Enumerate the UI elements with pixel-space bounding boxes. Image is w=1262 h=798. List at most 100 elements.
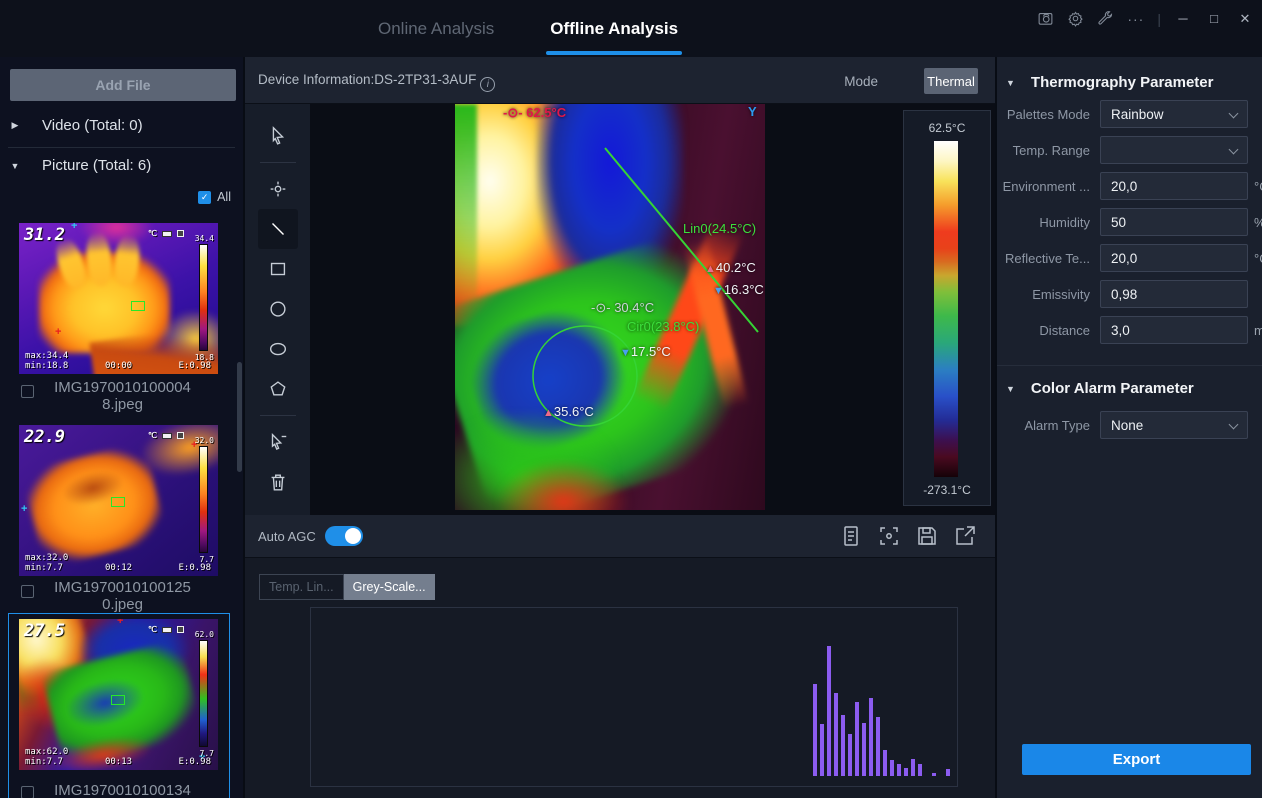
sidebar-item-video[interactable]: ▶ Video (Total: 0) <box>0 117 245 134</box>
unit-label: °C <box>1254 179 1262 194</box>
thumb-emissivity-label: E:0.98 <box>178 361 211 371</box>
circle-max-annotation: ▲35.6°C <box>543 404 594 419</box>
capture-icon[interactable] <box>877 524 901 548</box>
palettes-mode-select[interactable]: Rainbow <box>1100 100 1248 128</box>
histogram-bar <box>946 769 950 776</box>
circle-tool[interactable] <box>258 289 298 329</box>
alarm-type-row: Alarm Type None <box>997 411 1262 439</box>
emissivity-input[interactable]: 0,98 <box>1100 280 1248 308</box>
crosshair-marker: + <box>117 619 123 627</box>
histogram-bar <box>897 764 901 776</box>
distance-input[interactable]: 3,0 <box>1100 316 1248 344</box>
palettes-mode-row: Palettes Mode Rainbow <box>997 100 1262 128</box>
image-viewport: -⊙- 62.5°C Y Lin0(24.5°C) ▲40.2°C ▼16.3°… <box>310 104 995 515</box>
alarm-type-select[interactable]: None <box>1100 411 1248 439</box>
environment-temp-input[interactable]: 20,0 <box>1100 172 1248 200</box>
parameter-panel: ▼ Thermography Parameter Palettes Mode R… <box>995 57 1262 798</box>
info-icon[interactable]: i <box>480 77 495 92</box>
tab-online-analysis[interactable]: Online Analysis <box>372 19 500 39</box>
unit-icon: ℃ <box>148 625 157 634</box>
temp-range-row: Temp. Range <box>997 136 1262 164</box>
line-tool[interactable] <box>258 209 298 249</box>
thumb-scale-max: 32.0 <box>195 436 214 445</box>
color-alarm-section-header[interactable]: ▼ Color Alarm Parameter <box>1006 380 1194 397</box>
humidity-input[interactable]: 50 <box>1100 208 1248 236</box>
export-share-icon[interactable] <box>953 524 977 548</box>
line-label-annotation: Lin0(24.5°C) <box>683 221 756 236</box>
distance-row: Distance 3,0 m <box>997 316 1262 344</box>
delete-tool[interactable] <box>258 462 298 502</box>
thermal-image[interactable]: -⊙- 62.5°C Y Lin0(24.5°C) ▲40.2°C ▼16.3°… <box>455 104 765 510</box>
collapse-arrow-icon[interactable]: ▶ <box>0 120 30 131</box>
select-tool[interactable] <box>258 116 298 156</box>
export-button[interactable]: Export <box>1022 744 1251 775</box>
snapshot-icon[interactable] <box>1037 10 1054 27</box>
histogram-bar <box>911 759 915 776</box>
unit-label: °C <box>1254 251 1262 266</box>
input-value: 20,0 <box>1111 179 1137 194</box>
thumbnail-rainbow-car-image[interactable]: + + 27.5 ℃ 62.0 7.7 max:62.0 min:7.7 00:… <box>19 619 218 770</box>
histogram-bar <box>883 750 887 776</box>
maximize-icon[interactable]: □ <box>1205 11 1223 26</box>
spot-annotation: -⊙- 62.5°C <box>503 105 566 121</box>
thumbnail-filename[interactable]: IMG1970010100004 8.jpeg <box>30 379 215 413</box>
more-menu-icon[interactable]: ··· <box>1127 11 1144 27</box>
picture-section-label: Picture (Total: 6) <box>42 157 151 174</box>
unit-label: % <box>1254 215 1262 230</box>
thumbnail-hand-image[interactable]: + + 31.2 ℃ 34.4 18.8 max:34.4 min:18.8 0… <box>19 223 218 374</box>
maintenance-wrench-icon[interactable] <box>1097 10 1114 27</box>
save-icon[interactable] <box>915 524 939 548</box>
filename-line: 0.jpeg <box>30 596 215 613</box>
field-label: Emissivity <box>997 287 1090 302</box>
thumb-color-scale <box>199 446 208 553</box>
thermography-section-header[interactable]: ▼ Thermography Parameter <box>1006 74 1214 91</box>
file-sidebar: Add File ▶ Video (Total: 0) ▼ Picture (T… <box>0 57 245 798</box>
spot-box-marker <box>111 695 125 705</box>
field-label: Humidity <box>997 215 1090 230</box>
titlebar: Online Analysis Offline Analysis ··· | ─… <box>0 0 1262 57</box>
auto-agc-toggle[interactable] <box>325 526 363 546</box>
rectangle-tool[interactable] <box>258 249 298 289</box>
field-label: Alarm Type <box>997 418 1090 433</box>
crosshair-marker: + <box>71 223 77 232</box>
unit-icon: ℃ <box>148 431 157 440</box>
mode-thermal-button[interactable]: Thermal <box>924 68 978 94</box>
reflective-temp-input[interactable]: 20,0 <box>1100 244 1248 272</box>
temperature-scale: 62.5°C -273.1°C <box>903 110 991 506</box>
tab-offline-analysis[interactable]: Offline Analysis <box>544 19 684 39</box>
thumb-time-label: 00:13 <box>105 757 132 767</box>
edit-select-tool[interactable] <box>258 422 298 462</box>
settings-gear-icon[interactable] <box>1067 10 1084 27</box>
spot-tool[interactable] <box>258 169 298 209</box>
add-file-button[interactable]: Add File <box>10 69 236 101</box>
histogram-bar <box>855 702 859 776</box>
minimize-icon[interactable]: ─ <box>1174 11 1192 26</box>
thumb-max-label: max:34.4 <box>25 351 68 361</box>
close-icon[interactable]: ✕ <box>1236 11 1254 27</box>
expand-arrow-icon[interactable]: ▼ <box>0 161 30 171</box>
ellipse-tool[interactable] <box>258 329 298 369</box>
thumb-max-label: max:62.0 <box>25 747 68 757</box>
collapse-arrow-icon[interactable]: ▼ <box>1006 384 1015 394</box>
tab-grey-scale[interactable]: Grey-Scale... <box>344 574 435 600</box>
collapse-arrow-icon[interactable]: ▼ <box>1006 78 1015 88</box>
temp-range-select[interactable] <box>1100 136 1248 164</box>
thumb-max-temp: 27.5 <box>24 621 65 641</box>
thumbnail-filename[interactable]: IMG1970010100125 0.jpeg <box>30 579 215 613</box>
select-all-checkbox[interactable]: ✓ <box>198 191 211 204</box>
histogram-bars <box>813 644 950 776</box>
unit-label: m <box>1254 323 1262 338</box>
divider <box>260 162 296 163</box>
sidebar-scrollbar[interactable] <box>237 362 242 472</box>
tab-temp-line[interactable]: Temp. Lin... <box>259 574 344 600</box>
report-icon[interactable] <box>839 524 863 548</box>
polygon-tool[interactable] <box>258 369 298 409</box>
app-window: Online Analysis Offline Analysis ··· | ─… <box>0 0 1262 798</box>
thumb-color-scale <box>199 244 208 351</box>
sidebar-item-picture[interactable]: ▼ Picture (Total: 6) <box>0 157 245 174</box>
thumb-color-scale <box>199 640 208 747</box>
thumbnail-filename[interactable]: IMG1970010100134 <box>30 782 215 798</box>
input-value: 20,0 <box>1111 251 1137 266</box>
thumbnail-cars-image[interactable]: + + 22.9 ℃ 32.0 7.7 max:32.0 min:7.7 00:… <box>19 425 218 576</box>
thumb-max-temp: 22.9 <box>24 427 65 447</box>
